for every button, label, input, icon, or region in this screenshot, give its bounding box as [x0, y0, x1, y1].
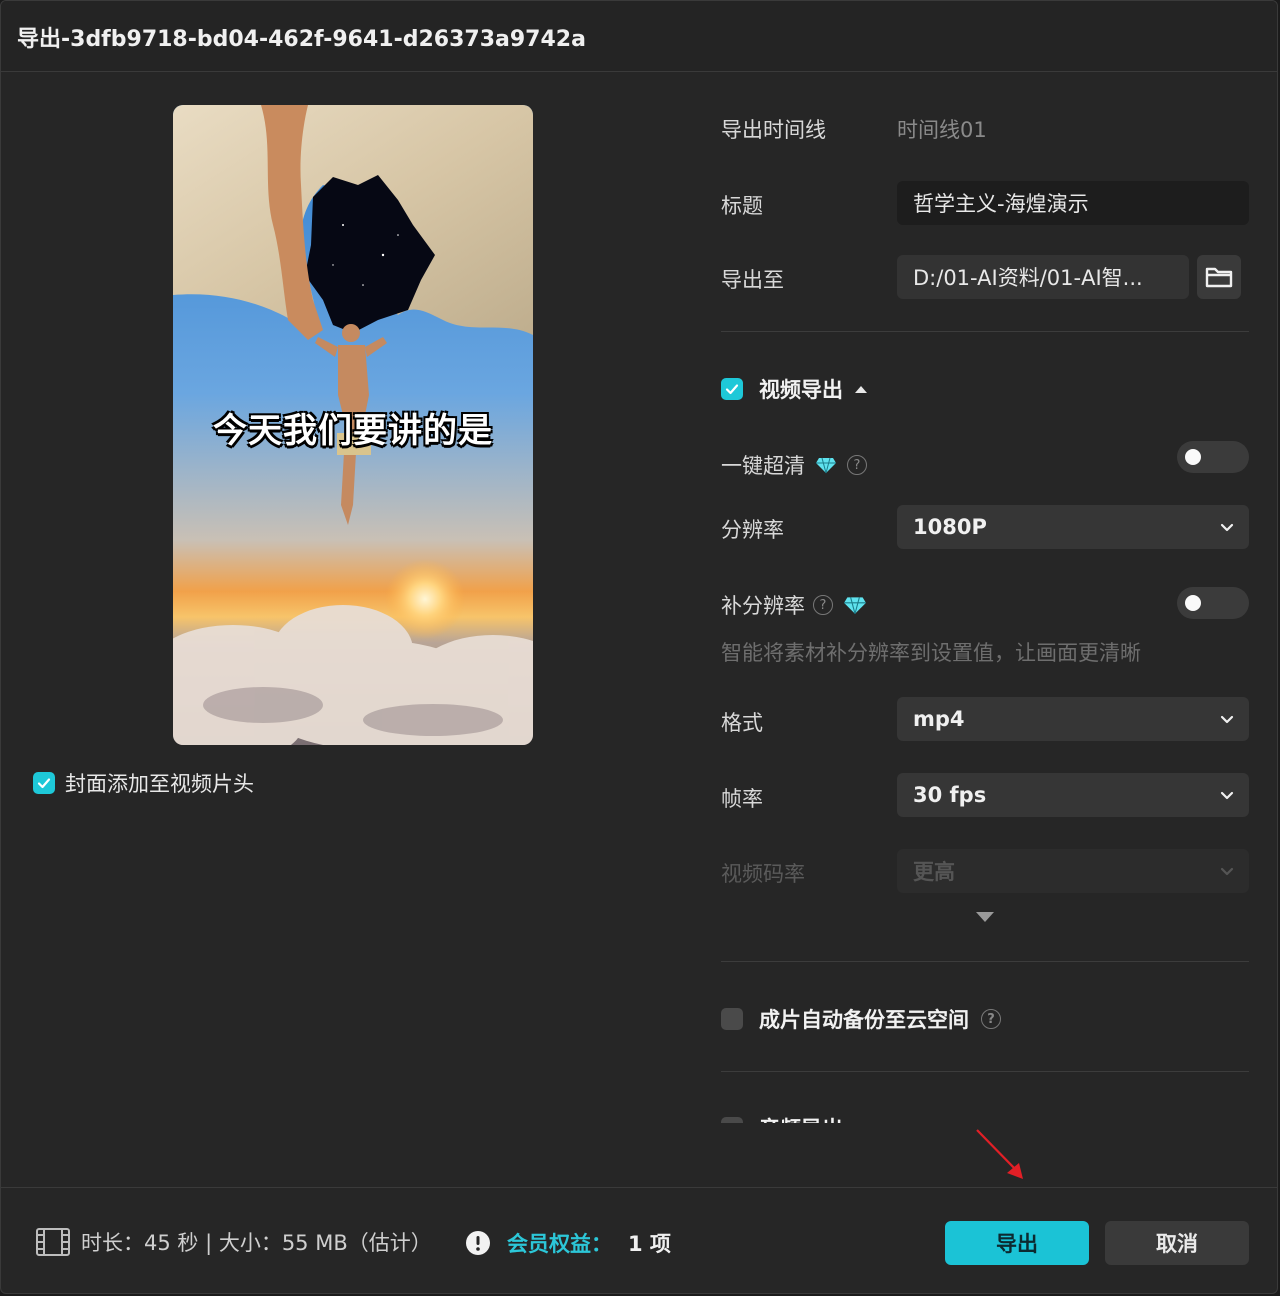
cover-checkbox-row[interactable]: 封面添加至视频片头	[33, 769, 254, 797]
divider	[721, 961, 1249, 962]
video-export-section-header[interactable]: 视频导出	[721, 374, 869, 404]
chevron-down-icon	[1220, 715, 1234, 724]
title-input[interactable]: 哲学主义-海煌演示	[897, 181, 1249, 225]
chevron-down-icon	[1220, 791, 1234, 800]
super-resolution-hint: 智能将素材补分辨率到设置值，让画面更清晰	[721, 641, 1141, 665]
cover-caption: 今天我们要讲的是	[213, 411, 493, 451]
film-icon	[36, 1228, 70, 1256]
cloud-backup-row[interactable]: 成片自动备份至云空间 ?	[721, 1004, 1001, 1034]
chevron-down-icon	[1220, 523, 1234, 532]
video-export-title: 视频导出	[759, 378, 843, 402]
divider	[721, 1071, 1249, 1072]
folder-icon	[1205, 267, 1233, 288]
title-label: 标题	[721, 194, 763, 218]
resolution-value: 1080P	[913, 515, 987, 539]
help-icon[interactable]: ?	[981, 1009, 1001, 1029]
footer-divider	[1, 1187, 1277, 1188]
frame-rate-value: 30 fps	[913, 783, 987, 807]
export-button[interactable]: 导出	[945, 1221, 1089, 1265]
member-benefits-label: 会员权益：	[507, 1232, 612, 1256]
caret-up-icon[interactable]	[853, 383, 869, 395]
one-key-hd-label: 一键超清	[721, 454, 805, 478]
audio-export-checkbox[interactable]	[721, 1117, 743, 1123]
video-export-checkbox[interactable]	[721, 378, 743, 400]
super-resolution-toggle[interactable]	[1177, 587, 1249, 619]
one-key-hd-row: 一键超清 ?	[721, 450, 867, 480]
cloud-backup-checkbox[interactable]	[721, 1008, 743, 1030]
check-icon	[725, 384, 739, 395]
cover-preview[interactable]: 今天我们要讲的是	[173, 105, 533, 745]
help-icon[interactable]: ?	[847, 455, 867, 475]
export-info: 时长：45 秒 | 大小：55 MB（估计）	[35, 1227, 432, 1257]
bitrate-label: 视频码率	[721, 862, 805, 886]
annotation-arrow-icon	[976, 1129, 1023, 1179]
member-benefits-count: 1 项	[628, 1232, 671, 1256]
expand-more-icon[interactable]	[975, 911, 995, 923]
cover-checkbox-label: 封面添加至视频片头	[65, 772, 254, 796]
super-resolution-row: 补分辨率 ?	[721, 590, 867, 620]
warning-icon[interactable]	[465, 1230, 491, 1256]
format-select[interactable]: mp4	[897, 697, 1249, 741]
member-benefits[interactable]: 会员权益： 1 项	[507, 1228, 671, 1258]
format-label: 格式	[721, 711, 763, 735]
check-icon	[37, 778, 51, 789]
title-bar: 导出-3dfb9718-bd04-462f-9641-d26373a9742a	[1, 1, 1277, 72]
export-timeline-label: 导出时间线	[721, 118, 826, 142]
bitrate-value: 更高	[913, 860, 955, 884]
export-info-text: 时长：45 秒 | 大小：55 MB（估计）	[81, 1231, 432, 1255]
one-key-hd-toggle[interactable]	[1177, 441, 1249, 473]
chevron-down-icon	[1220, 867, 1234, 876]
cloud-backup-label: 成片自动备份至云空间	[759, 1008, 969, 1032]
browse-folder-button[interactable]	[1197, 255, 1241, 299]
format-value: mp4	[913, 707, 965, 731]
export-timeline-value: 时间线01	[897, 118, 987, 142]
divider	[721, 331, 1249, 332]
frame-rate-select[interactable]: 30 fps	[897, 773, 1249, 817]
export-to-label: 导出至	[721, 268, 784, 292]
audio-export-label: 音频导出	[759, 1113, 843, 1123]
export-dialog: 导出-3dfb9718-bd04-462f-9641-d26373a9742a	[0, 0, 1278, 1294]
cover-checkbox[interactable]	[33, 772, 55, 794]
resolution-label: 分辨率	[721, 518, 784, 542]
export-path-input[interactable]: D:/01-AI资料/01-AI智...	[897, 255, 1189, 299]
vip-diamond-icon	[844, 597, 866, 614]
resolution-select[interactable]: 1080P	[897, 505, 1249, 549]
bitrate-select[interactable]: 更高	[897, 849, 1249, 893]
cancel-button[interactable]: 取消	[1105, 1221, 1249, 1265]
dialog-title: 导出-3dfb9718-bd04-462f-9641-d26373a9742a	[17, 27, 586, 52]
help-icon[interactable]: ?	[813, 595, 833, 615]
audio-export-section: 音频导出	[701, 1099, 1261, 1123]
vip-diamond-icon	[816, 457, 836, 474]
super-resolution-label: 补分辨率	[721, 594, 805, 618]
frame-rate-label: 帧率	[721, 787, 763, 811]
audio-export-header[interactable]: 音频导出	[721, 1113, 843, 1123]
